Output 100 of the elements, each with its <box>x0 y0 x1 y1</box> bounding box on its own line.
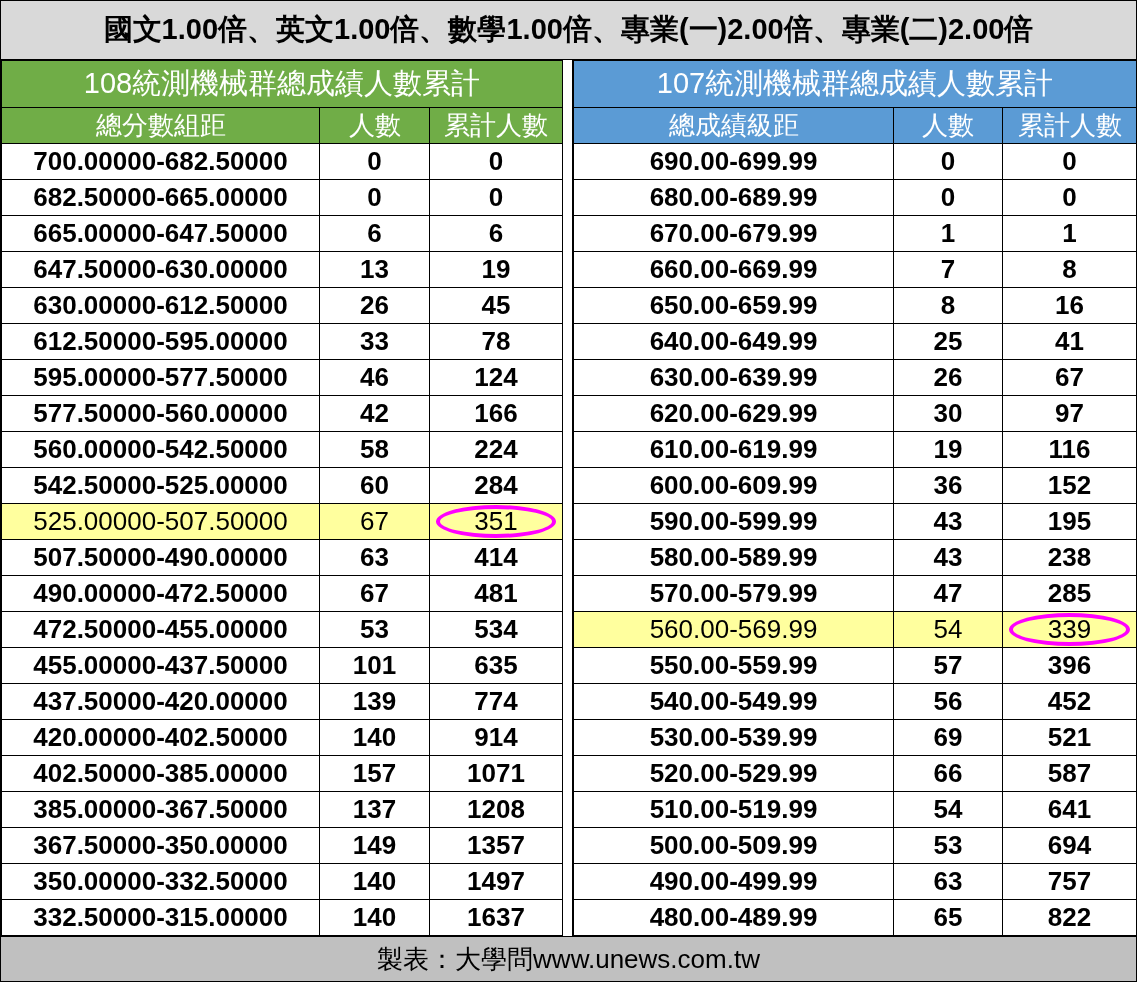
table-cell: 0 <box>319 179 430 216</box>
table-cell: 19 <box>893 431 1003 468</box>
table-cell: 630.00-639.99 <box>573 359 894 396</box>
table-cell: 402.50000-385.00000 <box>1 755 320 792</box>
table-cell: 0 <box>1002 179 1137 216</box>
column-header: 人數 <box>893 107 1003 144</box>
table-cell: 149 <box>319 827 430 864</box>
table-cell: 238 <box>1002 539 1137 576</box>
table-cell: 13 <box>319 251 430 288</box>
table-cell: 332.50000-315.00000 <box>1 899 320 936</box>
table-cell: 116 <box>1002 431 1137 468</box>
table-cell: 67 <box>319 575 430 612</box>
table-cell: 152 <box>1002 467 1137 504</box>
table-cell: 521 <box>1002 719 1137 756</box>
column-header: 累計人數 <box>429 107 563 144</box>
table-cell: 0 <box>1002 143 1137 180</box>
table-cell: 641 <box>1002 791 1137 828</box>
table-cell: 36 <box>893 467 1003 504</box>
table-cell: 455.00000-437.50000 <box>1 647 320 684</box>
table-cell: 0 <box>319 143 430 180</box>
table-cell: 500.00-509.99 <box>573 827 894 864</box>
table-cell: 620.00-629.99 <box>573 395 894 432</box>
table-cell: 525.00000-507.50000 <box>1 503 320 540</box>
table-cell: 65 <box>893 899 1003 936</box>
table-cell: 660.00-669.99 <box>573 251 894 288</box>
table-cell: 67 <box>1002 359 1137 396</box>
table-cell: 41 <box>1002 323 1137 360</box>
table-cell: 680.00-689.99 <box>573 179 894 216</box>
table-cell: 437.50000-420.00000 <box>1 683 320 720</box>
table-cell: 351 <box>429 503 563 540</box>
table-cell: 520.00-529.99 <box>573 755 894 792</box>
table-cell: 540.00-549.99 <box>573 683 894 720</box>
table-cell: 367.50000-350.00000 <box>1 827 320 864</box>
table-cell: 1 <box>893 215 1003 252</box>
table-cell: 157 <box>319 755 430 792</box>
table-cell: 0 <box>893 143 1003 180</box>
table-cell: 757 <box>1002 863 1137 900</box>
table-cell: 385.00000-367.50000 <box>1 791 320 828</box>
table-cell: 694 <box>1002 827 1137 864</box>
column-header: 總分數組距 <box>1 107 320 144</box>
table-cell: 42 <box>319 395 430 432</box>
table-cell: 63 <box>319 539 430 576</box>
table-cell: 69 <box>893 719 1003 756</box>
table-cell: 97 <box>1002 395 1137 432</box>
table-cell: 137 <box>319 791 430 828</box>
table-cell: 140 <box>319 863 430 900</box>
table-cell: 139 <box>319 683 430 720</box>
table-cell: 58 <box>319 431 430 468</box>
table-cell: 560.00000-542.50000 <box>1 431 320 468</box>
table-cell: 682.50000-665.00000 <box>1 179 320 216</box>
table-cell: 530.00-539.99 <box>573 719 894 756</box>
table-cell: 560.00-569.99 <box>573 611 894 648</box>
table-cell: 700.00000-682.50000 <box>1 143 320 180</box>
table-cell: 339 <box>1002 611 1137 648</box>
table-cell: 26 <box>893 359 1003 396</box>
table-cell: 67 <box>319 503 430 540</box>
table-cell: 60 <box>319 467 430 504</box>
table-cell: 25 <box>893 323 1003 360</box>
table-cell: 600.00-609.99 <box>573 467 894 504</box>
table-cell: 46 <box>319 359 430 396</box>
table-cell: 577.50000-560.00000 <box>1 395 320 432</box>
table-cell: 542.50000-525.00000 <box>1 467 320 504</box>
table-cell: 53 <box>319 611 430 648</box>
table-cell: 6 <box>319 215 430 252</box>
table-cell: 640.00-649.99 <box>573 323 894 360</box>
table-cell: 43 <box>893 503 1003 540</box>
table-cell: 1 <box>1002 215 1137 252</box>
table-cell: 590.00-599.99 <box>573 503 894 540</box>
table-cell: 33 <box>319 323 430 360</box>
footer-credit: 製表：大學問www.unews.com.tw <box>1 936 1136 981</box>
table-cell: 140 <box>319 899 430 936</box>
table-cell: 53 <box>893 827 1003 864</box>
table-cell: 66 <box>893 755 1003 792</box>
table-cell: 350.00000-332.50000 <box>1 863 320 900</box>
table-cell: 610.00-619.99 <box>573 431 894 468</box>
table-cell: 43 <box>893 539 1003 576</box>
table-cell: 396 <box>1002 647 1137 684</box>
table-cell: 595.00000-577.50000 <box>1 359 320 396</box>
table-cell: 101 <box>319 647 430 684</box>
table-cell: 490.00000-472.50000 <box>1 575 320 612</box>
table-cell: 63 <box>893 863 1003 900</box>
table-cell: 690.00-699.99 <box>573 143 894 180</box>
table-cell: 420.00000-402.50000 <box>1 719 320 756</box>
table-cell: 510.00-519.99 <box>573 791 894 828</box>
table-cell: 56 <box>893 683 1003 720</box>
table-cell: 452 <box>1002 683 1137 720</box>
table-cell: 47 <box>893 575 1003 612</box>
table-cell: 822 <box>1002 899 1137 936</box>
table-cell: 612.50000-595.00000 <box>1 323 320 360</box>
table-cell: 647.50000-630.00000 <box>1 251 320 288</box>
table-cell: 30 <box>893 395 1003 432</box>
table-cell: 285 <box>1002 575 1137 612</box>
table-cell: 472.50000-455.00000 <box>1 611 320 648</box>
column-header: 總成績級距 <box>573 107 894 144</box>
table-cell: 550.00-559.99 <box>573 647 894 684</box>
table-cell: 57 <box>893 647 1003 684</box>
table-cell: 140 <box>319 719 430 756</box>
table-cell: 54 <box>893 791 1003 828</box>
table-cell: 570.00-579.99 <box>573 575 894 612</box>
table-cell: 195 <box>1002 503 1137 540</box>
